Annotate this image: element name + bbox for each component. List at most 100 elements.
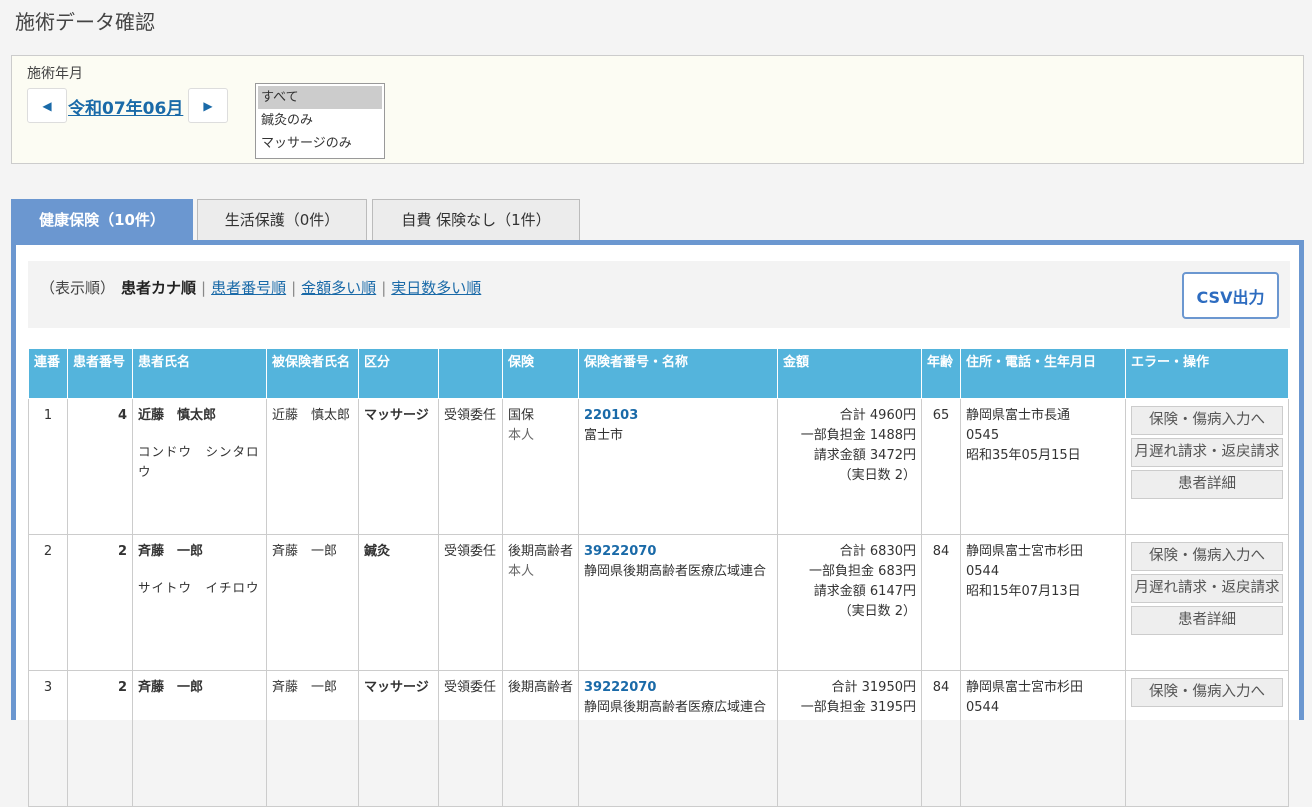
cell-category: マッサージ — [358, 398, 439, 535]
late-claim-button[interactable]: 月遅れ請求・返戻請求 — [1131, 438, 1283, 467]
cell-serial: 2 — [28, 534, 68, 671]
insurance-type: 後期高齢者 — [508, 680, 574, 695]
sort-separator: | — [381, 279, 387, 297]
cell-insurance: 後期高齢者 本人 — [502, 534, 579, 671]
cell-insured-name: 近藤 慎太郎 — [266, 398, 359, 535]
next-month-button[interactable]: ▶ — [188, 88, 228, 123]
current-month-link[interactable]: 令和07年06月 — [68, 94, 183, 119]
birth-date: 昭和35年05月15日 — [966, 448, 1081, 463]
cell-insurer: 39222070 静岡県後期高齢者医療広域連合 — [578, 534, 778, 671]
header-insurer[interactable]: 保険者番号・名称 — [578, 348, 778, 399]
cell-insurance: 後期高齢者 — [502, 670, 579, 807]
header-insurance[interactable]: 保険 — [502, 348, 579, 399]
insurance-type: 国保 — [508, 408, 535, 423]
phone: 0544 — [966, 564, 1000, 579]
csv-export-button[interactable]: CSV出力 — [1182, 272, 1279, 319]
sort-by-days[interactable]: 実日数多い順 — [391, 279, 481, 297]
treatment-table: 連番 患者番号 患者氏名 被保険者氏名 区分 保険 保険者番号・名称 金額 年齢… — [28, 348, 1289, 807]
insurance-entry-button[interactable]: 保険・傷病入力へ — [1131, 542, 1283, 571]
sort-prefix: （表示順） — [40, 279, 116, 297]
patient-detail-button[interactable]: 患者詳細 — [1131, 470, 1283, 499]
insurer-name: 富士市 — [584, 428, 624, 443]
cell-insured-name: 斉藤 一郎 — [266, 670, 359, 807]
insurance-entry-button[interactable]: 保険・傷病入力へ — [1131, 678, 1283, 707]
insurance-entry-button[interactable]: 保険・傷病入力へ — [1131, 406, 1283, 435]
tab-content: （表示順） 患者カナ順 | 患者番号順 | 金額多い順 | 実日数多い順 CSV出力 連番 患… — [11, 240, 1304, 807]
tab-health-insurance[interactable]: 健康保険（10件） — [11, 199, 193, 241]
header-patient-name[interactable]: 患者氏名 — [132, 348, 267, 399]
header-serial[interactable]: 連番 — [28, 348, 68, 399]
cell-patient-name: 斉藤 一郎 — [132, 670, 267, 807]
cell-serial: 1 — [28, 398, 68, 535]
header-amount[interactable]: 金額 — [777, 348, 922, 399]
cell-address: 静岡県富士市長通 0545 昭和35年05月15日 — [960, 398, 1126, 535]
header-claim-type — [438, 348, 503, 399]
cell-insurance: 国保 本人 — [502, 398, 579, 535]
tab-self-pay[interactable]: 自費 保険なし（1件） — [372, 199, 580, 241]
insurer-name: 静岡県後期高齢者医療広域連合 — [584, 700, 767, 715]
cell-patient-number: 4 — [67, 398, 133, 535]
cell-category: 鍼灸 — [358, 534, 439, 671]
cell-insurer: 220103 富士市 — [578, 398, 778, 535]
phone: 0544 — [966, 700, 1000, 715]
cell-category: マッサージ — [358, 670, 439, 807]
cell-patient-name: 斉藤 一郎 サイトウ イチロウ — [132, 534, 267, 671]
sort-by-amount[interactable]: 金額多い順 — [301, 279, 376, 297]
patient-detail-button[interactable]: 患者詳細 — [1131, 606, 1283, 635]
patient-kana: コンドウ シンタロウ — [138, 444, 260, 479]
header-patient-number[interactable]: 患者番号 — [67, 348, 133, 399]
cell-actions: 保険・傷病入力へ 月遅れ請求・返戻請求 患者詳細 — [1125, 398, 1289, 535]
header-insured-name[interactable]: 被保険者氏名 — [266, 348, 359, 399]
cell-patient-name: 近藤 慎太郎 コンドウ シンタロウ — [132, 398, 267, 535]
header-category[interactable]: 区分 — [358, 348, 439, 399]
sort-bar: （表示順） 患者カナ順 | 患者番号順 | 金額多い順 | 実日数多い順 CSV出力 — [28, 261, 1290, 328]
cell-amount: 合計 4960円 一部負担金 1488円 請求金額 3472円 （実日数 2） — [777, 398, 922, 535]
treatment-month-label: 施術年月 — [27, 66, 83, 82]
amount-copay: 一部負担金 1488円 — [800, 428, 916, 443]
prev-month-button[interactable]: ◀ — [27, 88, 67, 123]
cell-patient-number: 2 — [67, 670, 133, 807]
amount-total: 合計 31950円 — [831, 680, 917, 695]
amount-total: 合計 6830円 — [839, 544, 916, 559]
birth-date: 昭和15年07月13日 — [966, 584, 1081, 599]
amount-total: 合計 4960円 — [839, 408, 916, 423]
cell-address: 静岡県富士宮市杉田 0544 — [960, 670, 1126, 807]
filter-panel: 施術年月 ◀ 令和07年06月 ▶ すべて 鍼灸のみ マッサージのみ — [11, 55, 1304, 164]
cell-actions: 保険・傷病入力へ — [1125, 670, 1289, 807]
caret-left-icon: ◀ — [42, 98, 52, 113]
type-option-all[interactable]: すべて — [258, 86, 382, 109]
cell-address: 静岡県富士宮市杉田 0544 昭和15年07月13日 — [960, 534, 1126, 671]
address: 静岡県富士市長通 — [966, 408, 1071, 423]
type-option-acupuncture[interactable]: 鍼灸のみ — [258, 109, 382, 132]
address: 静岡県富士宮市杉田 — [966, 680, 1084, 695]
late-claim-button[interactable]: 月遅れ請求・返戻請求 — [1131, 574, 1283, 603]
patient-name: 近藤 慎太郎 — [138, 408, 217, 423]
page-title: 施術データ確認 — [15, 10, 155, 34]
treatment-type-listbox[interactable]: すべて 鍼灸のみ マッサージのみ — [255, 83, 385, 159]
cell-amount: 合計 31950円 一部負担金 3195円 — [777, 670, 922, 807]
amount-billed: 請求金額 6147円 — [813, 584, 916, 599]
insurance-type: 後期高齢者 — [508, 544, 574, 559]
amount-copay: 一部負担金 3195円 — [800, 700, 916, 715]
table-row: 3 2 斉藤 一郎 斉藤 一郎 マッサージ 受領委任 後期高齢者 3922207… — [28, 670, 1289, 807]
address: 静岡県富士宮市杉田 — [966, 544, 1084, 559]
sort-separator: | — [291, 279, 297, 297]
table-row: 2 2 斉藤 一郎 サイトウ イチロウ 斉藤 一郎 鍼灸 受領委任 後期高齢者 … — [28, 534, 1289, 671]
amount-days: （実日数 2） — [838, 604, 916, 619]
header-address[interactable]: 住所・電話・生年月日 — [960, 348, 1126, 399]
insurer-number: 220103 — [584, 408, 639, 423]
insurer-name: 静岡県後期高齢者医療広域連合 — [584, 564, 767, 579]
cell-claim-type: 受領委任 — [438, 398, 503, 535]
header-actions: エラー・操作 — [1125, 348, 1289, 399]
insurer-number: 39222070 — [584, 544, 657, 559]
tab-welfare[interactable]: 生活保護（0件） — [197, 199, 367, 241]
patient-name: 斉藤 一郎 — [138, 680, 204, 695]
amount-billed: 請求金額 3472円 — [813, 448, 916, 463]
patient-name: 斉藤 一郎 — [138, 544, 204, 559]
sort-by-patient-number[interactable]: 患者番号順 — [211, 279, 286, 297]
sort-separator: | — [201, 279, 207, 297]
header-age[interactable]: 年齢 — [921, 348, 961, 399]
cell-actions: 保険・傷病入力へ 月遅れ請求・返戻請求 患者詳細 — [1125, 534, 1289, 671]
cell-insured-name: 斉藤 一郎 — [266, 534, 359, 671]
type-option-massage[interactable]: マッサージのみ — [258, 132, 382, 155]
